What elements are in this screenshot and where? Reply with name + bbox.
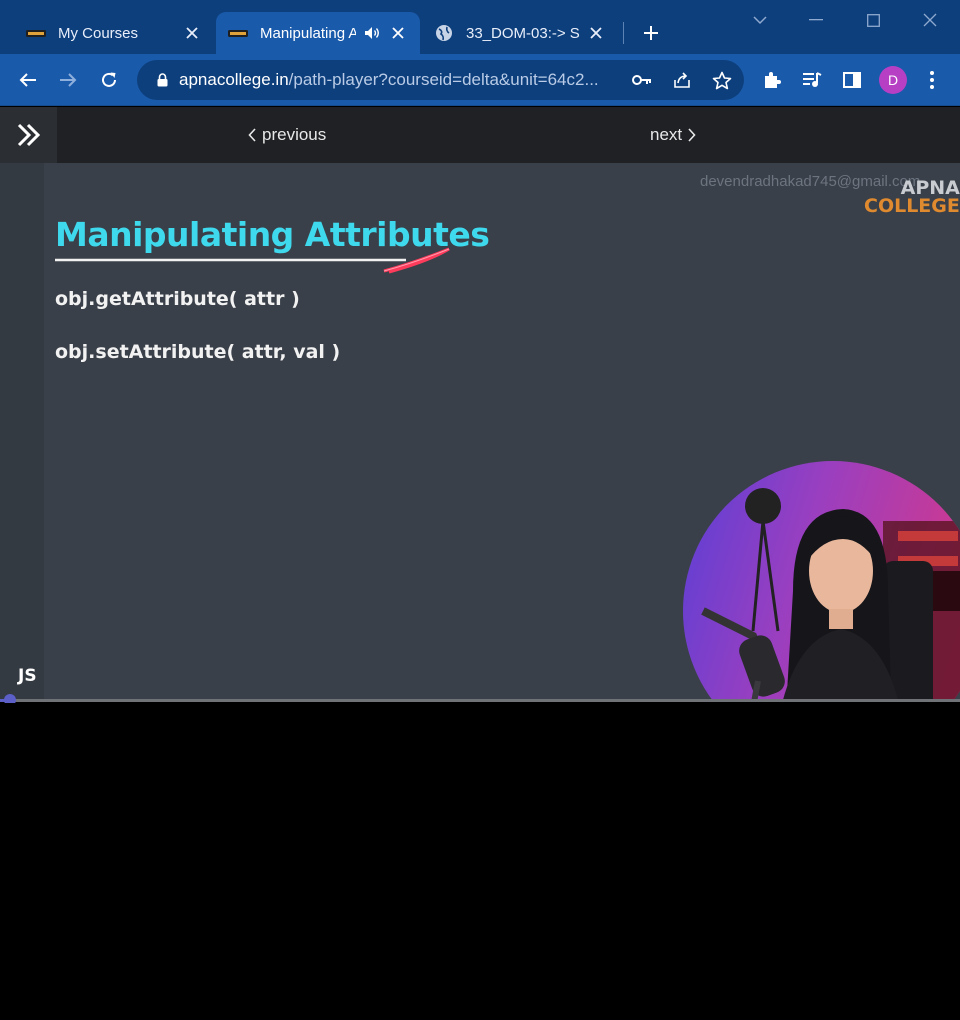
media-queue-icon[interactable] <box>798 66 826 94</box>
chevron-right-icon <box>688 128 696 142</box>
tab-title: My Courses <box>58 24 139 42</box>
new-tab-button[interactable] <box>638 20 664 46</box>
browser-toolbar: apnacollege.in/path-player?courseid=delt… <box>0 54 960 106</box>
chevron-left-icon <box>248 128 256 142</box>
close-icon[interactable] <box>586 23 606 43</box>
forward-arrow-icon[interactable] <box>54 66 82 94</box>
tab-title: Manipulating Attributes <box>260 24 356 42</box>
close-icon[interactable] <box>182 23 202 43</box>
next-label: next <box>650 125 683 144</box>
tab-manipulating-attributes[interactable]: Manipulating Attributes <box>216 12 420 54</box>
slide-left-shade <box>0 163 44 700</box>
tab-dom-03[interactable]: 33_DOM-03:-> Set <box>422 12 618 54</box>
previous-label: previous <box>262 125 327 144</box>
title-underline-icon <box>55 247 450 274</box>
tab-title: 33_DOM-03:-> Set <box>466 24 580 42</box>
video-player[interactable]: devendradhakad745@gmail.com APNA COLLEGE… <box>0 163 960 700</box>
side-panel-icon[interactable] <box>838 66 866 94</box>
url-host: apnacollege.in <box>179 70 289 89</box>
code-line-get-attribute: obj.getAttribute( attr ) <box>55 288 300 310</box>
code-line-set-attribute: obj.setAttribute( attr, val ) <box>55 341 341 363</box>
apna-college-favicon-icon <box>228 23 248 43</box>
back-arrow-icon[interactable] <box>14 66 42 94</box>
apna-college-favicon-icon <box>26 23 46 43</box>
video-controls-area <box>0 703 960 1020</box>
lock-icon[interactable] <box>153 71 171 89</box>
url-text[interactable]: apnacollege.in/path-player?courseid=delt… <box>179 70 619 90</box>
tab-my-courses[interactable]: My Courses <box>14 12 214 54</box>
browser-tabstrip: My Courses Manipulating Attributes 33_DO… <box>0 0 960 54</box>
address-bar[interactable]: apnacollege.in/path-player?courseid=delt… <box>137 60 744 100</box>
profile-avatar[interactable]: D <box>879 66 907 94</box>
bookmark-star-icon[interactable] <box>708 66 736 94</box>
previous-button[interactable]: previous <box>243 107 326 163</box>
extensions-puzzle-icon[interactable] <box>758 66 786 94</box>
tab-search-icon[interactable] <box>746 6 774 34</box>
close-icon[interactable] <box>388 23 408 43</box>
next-button[interactable]: next <box>650 107 701 163</box>
tab-divider <box>623 22 624 44</box>
double-chevron-right-icon <box>17 123 40 147</box>
reload-icon[interactable] <box>95 66 123 94</box>
maximize-icon[interactable] <box>859 6 887 34</box>
minimize-icon[interactable] <box>802 6 830 34</box>
course-nav-bar: previous next <box>0 107 960 163</box>
language-label: JS <box>18 666 37 686</box>
apna-college-logo: APNA COLLEGE <box>864 179 960 217</box>
sidebar-toggle-button[interactable] <box>0 107 57 163</box>
globe-icon <box>434 23 454 43</box>
speaker-icon[interactable] <box>362 23 382 43</box>
brand-line-2: COLLEGE <box>864 195 960 217</box>
url-path: /path-player?courseid=delta&unit=64c2... <box>288 70 599 89</box>
key-icon[interactable] <box>628 66 656 94</box>
more-menu-icon[interactable] <box>918 66 946 94</box>
share-icon[interactable] <box>668 66 696 94</box>
window-close-icon[interactable] <box>916 6 944 34</box>
presenter-webcam <box>683 461 960 700</box>
progress-track <box>0 699 960 702</box>
